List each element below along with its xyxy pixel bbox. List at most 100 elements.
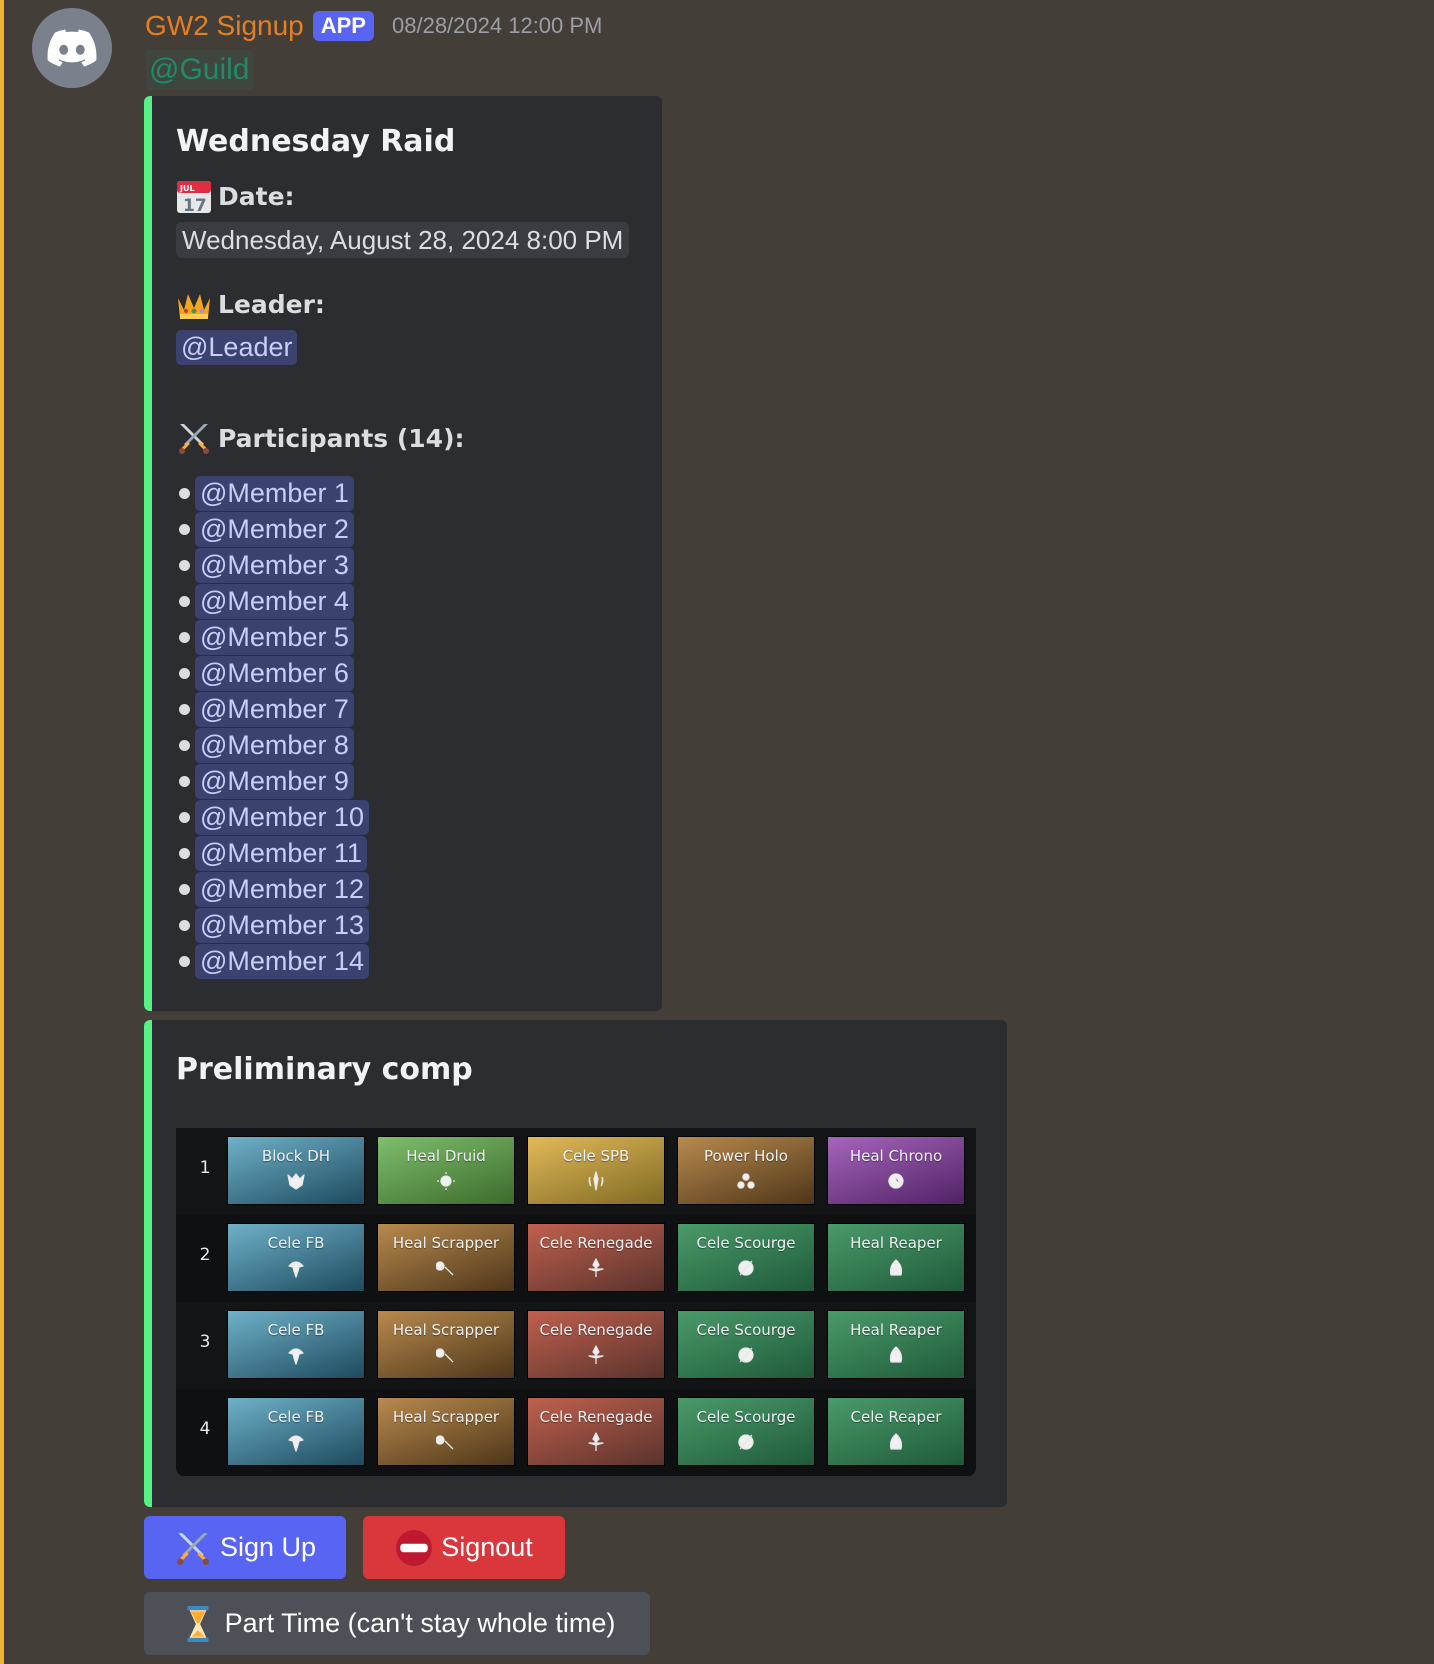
member-mention[interactable]: @Member 3 [195, 547, 354, 583]
comp-cell-label: Heal Scrapper [392, 1321, 500, 1339]
leader-mention[interactable]: @Leader [176, 330, 298, 365]
firebrand-icon [288, 1348, 304, 1365]
crossed-swords-icon [174, 1529, 212, 1567]
member-mention[interactable]: @Member 14 [195, 943, 369, 979]
comp-cell: Cele FB [227, 1310, 365, 1379]
renegade-icon [588, 1432, 604, 1451]
crossed-swords-icon [176, 420, 212, 456]
member-mention[interactable]: @Member 5 [195, 619, 354, 655]
member-mention[interactable]: @Member 1 [195, 475, 354, 511]
comp-cell: Power Holo [677, 1136, 815, 1205]
comp-cell: Cele Renegade [527, 1397, 665, 1466]
scourge-icon [738, 1434, 754, 1450]
comp-row: 4 Cele FB Heal Scrapper Cele Renegade Cele S… [176, 1389, 976, 1476]
comp-cell: Heal Scrapper [377, 1310, 515, 1379]
list-item: @Member 9 [176, 763, 369, 799]
comp-cell-label: Cele Scourge [696, 1321, 796, 1339]
bullet [179, 559, 190, 571]
comp-title: Preliminary comp [176, 1052, 473, 1087]
guild-role-mention[interactable]: @Guild [146, 50, 253, 90]
date-field-label: JUL 17 Date: [176, 178, 295, 216]
comp-cell: Cele Scourge [677, 1223, 815, 1292]
list-item: @Member 1 [176, 475, 369, 511]
member-mention[interactable]: @Member 7 [195, 691, 354, 727]
svg-text:JUL: JUL [179, 184, 195, 193]
bullet [179, 487, 190, 499]
member-mention[interactable]: @Member 6 [195, 655, 354, 691]
app-badge: APP [312, 11, 374, 41]
scrapper-icon [436, 1348, 454, 1363]
signout-button[interactable]: Signout [363, 1516, 565, 1579]
member-mention[interactable]: @Member 13 [195, 907, 369, 943]
member-mention[interactable]: @Member 12 [195, 871, 369, 907]
participant-list: @Member 1 @Member 2 @Member 3 @Member 4 … [176, 475, 369, 979]
list-item: @Member 4 [176, 583, 369, 619]
comp-cell-label: Heal Scrapper [392, 1234, 500, 1252]
part-time-label: Part Time (can't stay whole time) [224, 1608, 616, 1638]
comp-cell-label: Cele SPB [562, 1147, 630, 1165]
list-item: @Member 8 [176, 727, 369, 763]
comp-cell-label: Cele Reaper [850, 1408, 942, 1426]
comp-cell: Block DH [227, 1136, 365, 1205]
bullet [179, 667, 190, 679]
comp-cell: Cele Reaper [827, 1397, 965, 1466]
list-item: @Member 3 [176, 547, 369, 583]
bullet [179, 739, 190, 751]
author-name[interactable]: GW2 Signup [145, 10, 304, 42]
scrapper-icon [436, 1435, 454, 1450]
comp-cell-label: Cele FB [267, 1408, 325, 1426]
svg-text:17: 17 [183, 196, 207, 214]
renegade-icon [588, 1258, 604, 1277]
comp-image-table[interactable]: 1 Block DH Heal Druid Cele SPB Power Holo Hea… [176, 1128, 976, 1476]
comp-cell: Cele SPB [527, 1136, 665, 1205]
date-label-text: Date: [218, 181, 295, 211]
part-time-button[interactable]: Part Time (can't stay whole time) [144, 1592, 650, 1655]
sign-up-button[interactable]: Sign Up [144, 1516, 346, 1579]
comp-cell: Cele Scourge [677, 1397, 815, 1466]
comp-cell-label: Cele Renegade [539, 1408, 653, 1426]
comp-cell: Cele FB [227, 1397, 365, 1466]
bullet [179, 703, 190, 715]
comp-cell-label: Cele Renegade [539, 1234, 653, 1252]
bullet [179, 631, 190, 643]
scrapper-icon [436, 1261, 454, 1276]
signout-label: Signout [441, 1532, 533, 1562]
list-item: @Member 2 [176, 511, 369, 547]
no-entry-icon [395, 1529, 433, 1567]
calendar-icon: JUL 17 [176, 178, 212, 216]
member-mention[interactable]: @Member 2 [195, 511, 354, 547]
comp-row: 2 Cele FB Heal Scrapper Cele Renegade Cele S… [176, 1215, 976, 1302]
list-item: @Member 11 [176, 835, 369, 871]
date-value: Wednesday, August 28, 2024 8:00 PM [176, 222, 630, 258]
list-item: @Member 13 [176, 907, 369, 943]
bullet [179, 775, 190, 787]
comp-cell-label: Heal Druid [406, 1147, 486, 1165]
member-mention[interactable]: @Member 11 [195, 835, 367, 871]
comp-row: 3 Cele FB Heal Scrapper Cele Renegade Cele S… [176, 1302, 976, 1389]
comp-cell: Heal Scrapper [377, 1223, 515, 1292]
member-mention[interactable]: @Member 8 [195, 727, 354, 763]
row-number: 4 [199, 1419, 211, 1439]
bullet [179, 955, 190, 967]
reaper-icon [889, 1346, 903, 1363]
firebrand-icon [288, 1261, 304, 1278]
scourge-icon [738, 1260, 754, 1276]
bot-avatar[interactable] [32, 8, 112, 88]
bullet [179, 883, 190, 895]
comp-cell-label: Heal Reaper [850, 1321, 942, 1339]
member-mention[interactable]: @Member 10 [195, 799, 369, 835]
comp-cell-label: Cele Scourge [696, 1234, 796, 1252]
member-mention[interactable]: @Member 9 [195, 763, 354, 799]
comp-cell-label: Power Holo [704, 1147, 788, 1165]
row-number: 3 [199, 1332, 211, 1352]
member-mention[interactable]: @Member 4 [195, 583, 354, 619]
crown-icon [176, 286, 212, 322]
comp-cell: Cele Renegade [527, 1223, 665, 1292]
bullet [179, 919, 190, 931]
comp-cell: Heal Reaper [827, 1223, 965, 1292]
comp-cell-label: Heal Reaper [850, 1234, 942, 1252]
hourglass-icon [179, 1605, 217, 1643]
comp-embed: Preliminary comp 1 Block DH Heal Druid Cele… [144, 1020, 1007, 1507]
comp-cell-label: Heal Scrapper [392, 1408, 500, 1426]
reaper-icon [889, 1259, 903, 1276]
